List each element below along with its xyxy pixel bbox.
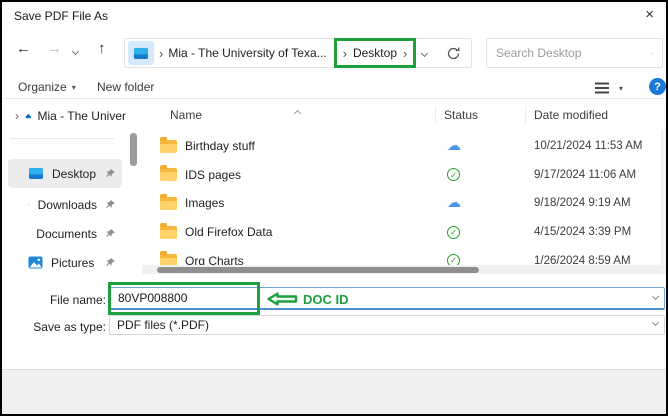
list-header: Name Status Date modified <box>142 102 664 128</box>
location-icon <box>128 41 154 65</box>
sidebar-scrollbar[interactable] <box>130 133 137 166</box>
date-modified: 10/21/2024 11:53 AM <box>525 140 668 152</box>
breadcrumb-highlight-box: › Desktop › <box>334 38 417 68</box>
file-row[interactable]: Images 9/18/2024 9:19 AM <box>142 189 668 218</box>
sidebar-item-label: Pictures <box>51 256 94 270</box>
pin-icon[interactable] <box>105 257 116 268</box>
organize-button[interactable]: Organize ▾ <box>18 80 76 94</box>
doc-id-annotation: DOC ID <box>303 292 349 307</box>
forward-button[interactable]: → <box>47 40 62 57</box>
views-dropdown-chevron-icon[interactable]: ▾ <box>619 84 623 93</box>
status-synced-icon <box>447 168 460 181</box>
file-row[interactable]: Old Firefox Data 4/15/2024 3:39 PM <box>142 218 668 247</box>
chevron-down-icon: ▾ <box>72 83 76 92</box>
status-cloud-icon <box>447 194 461 212</box>
breadcrumb-separator: › <box>343 46 347 61</box>
recent-locations-chevron-icon[interactable] <box>72 48 79 55</box>
doc-id-arrow-icon <box>267 291 298 307</box>
save-as-type-label: Save as type: <box>2 320 106 334</box>
status-synced-icon <box>447 226 460 239</box>
search-icon <box>651 47 653 60</box>
sidebar-item-label: Desktop <box>52 167 96 181</box>
sidebar-item-downloads[interactable]: Downloads <box>8 190 122 219</box>
new-folder-label: New folder <box>97 80 154 94</box>
file-name: Birthday stuff <box>185 139 255 153</box>
file-list: Birthday stuff 10/21/2024 11:53 AM IDS p… <box>142 132 668 266</box>
pin-icon[interactable] <box>105 228 116 239</box>
date-modified: 9/17/2024 11:06 AM <box>525 169 668 181</box>
column-header-date[interactable]: Date modified <box>525 108 664 122</box>
list-view-icon <box>594 81 610 95</box>
sidebar-item-pictures[interactable]: Pictures <box>8 248 122 277</box>
file-name-input[interactable] <box>109 287 665 310</box>
date-modified: 4/15/2024 3:39 PM <box>525 226 668 238</box>
pin-icon[interactable] <box>105 199 116 210</box>
column-separator <box>525 106 526 124</box>
address-bar[interactable]: › Mia - The University of Texa... › Desk… <box>124 38 472 68</box>
back-button[interactable]: ← <box>16 40 31 57</box>
sidebar-item-desktop[interactable]: Desktop <box>8 159 122 188</box>
downloads-icon <box>28 197 30 212</box>
sidebar-item-label: Mia - The Univer <box>38 109 126 123</box>
folder-icon <box>160 140 177 153</box>
close-icon[interactable]: × <box>645 6 654 23</box>
sidebar-item-onedrive[interactable]: › Mia - The Univer <box>2 102 126 130</box>
sidebar-item-documents[interactable]: Documents <box>8 219 122 248</box>
desktop-icon <box>28 167 44 180</box>
organize-label: Organize <box>18 80 67 94</box>
breadcrumb-root[interactable]: Mia - The University of Texa... <box>168 46 326 60</box>
file-row[interactable]: Birthday stuff 10/21/2024 11:53 AM <box>142 132 668 161</box>
sidebar-item-label: Downloads <box>38 198 97 212</box>
save-pdf-dialog: Save PDF File As × ← → ↑ › Mia - The Uni… <box>0 0 668 416</box>
file-name: Images <box>185 196 224 210</box>
footer-bar: Hide Folders Save Cancel <box>2 369 666 416</box>
pin-icon[interactable] <box>105 168 116 179</box>
folder-icon <box>160 168 177 181</box>
sort-ascending-icon <box>295 103 300 121</box>
status-cloud-icon <box>447 137 461 155</box>
date-modified: 9/18/2024 9:19 AM <box>525 197 668 209</box>
pictures-icon <box>28 256 43 269</box>
folder-icon <box>160 197 177 210</box>
save-as-type-value: PDF files (*.PDF) <box>117 318 209 332</box>
new-folder-button[interactable]: New folder <box>97 80 154 94</box>
breadcrumb-current[interactable]: Desktop <box>353 46 397 60</box>
search-box <box>486 38 663 68</box>
title-bar: Save PDF File As × <box>2 2 666 30</box>
address-dropdown-chevron-icon[interactable] <box>421 49 428 56</box>
sidebar-separator <box>10 138 114 139</box>
expand-chevron-icon[interactable]: › <box>15 109 19 123</box>
dialog-title: Save PDF File As <box>14 9 108 23</box>
sidebar-item-label: Documents <box>36 227 97 241</box>
help-icon[interactable]: ? <box>649 78 666 95</box>
column-header-status[interactable]: Status <box>435 108 525 122</box>
up-button[interactable]: ↑ <box>98 40 106 57</box>
desktop-icon <box>133 47 149 60</box>
folder-icon <box>160 226 177 239</box>
toolbar-separator <box>2 98 666 99</box>
onedrive-cloud-icon <box>25 110 32 123</box>
column-header-name[interactable]: Name <box>142 108 435 122</box>
column-separator <box>435 106 436 124</box>
search-input[interactable] <box>496 46 651 60</box>
file-name: Old Firefox Data <box>185 225 272 239</box>
file-row[interactable]: IDS pages 9/17/2024 11:06 AM <box>142 161 668 190</box>
breadcrumb-separator: › <box>159 46 163 61</box>
file-name-label: File name: <box>2 293 106 307</box>
file-row[interactable]: Org Charts 1/26/2024 8:59 AM <box>142 246 668 266</box>
scrollbar-thumb[interactable] <box>157 267 479 273</box>
save-as-type-select[interactable]: PDF files (*.PDF) <box>109 315 665 335</box>
vertical-scrollbar[interactable] <box>661 129 668 266</box>
horizontal-scrollbar[interactable] <box>142 265 668 274</box>
refresh-icon[interactable] <box>446 46 461 61</box>
file-name: IDS pages <box>185 168 241 182</box>
breadcrumb-separator: › <box>403 46 407 61</box>
